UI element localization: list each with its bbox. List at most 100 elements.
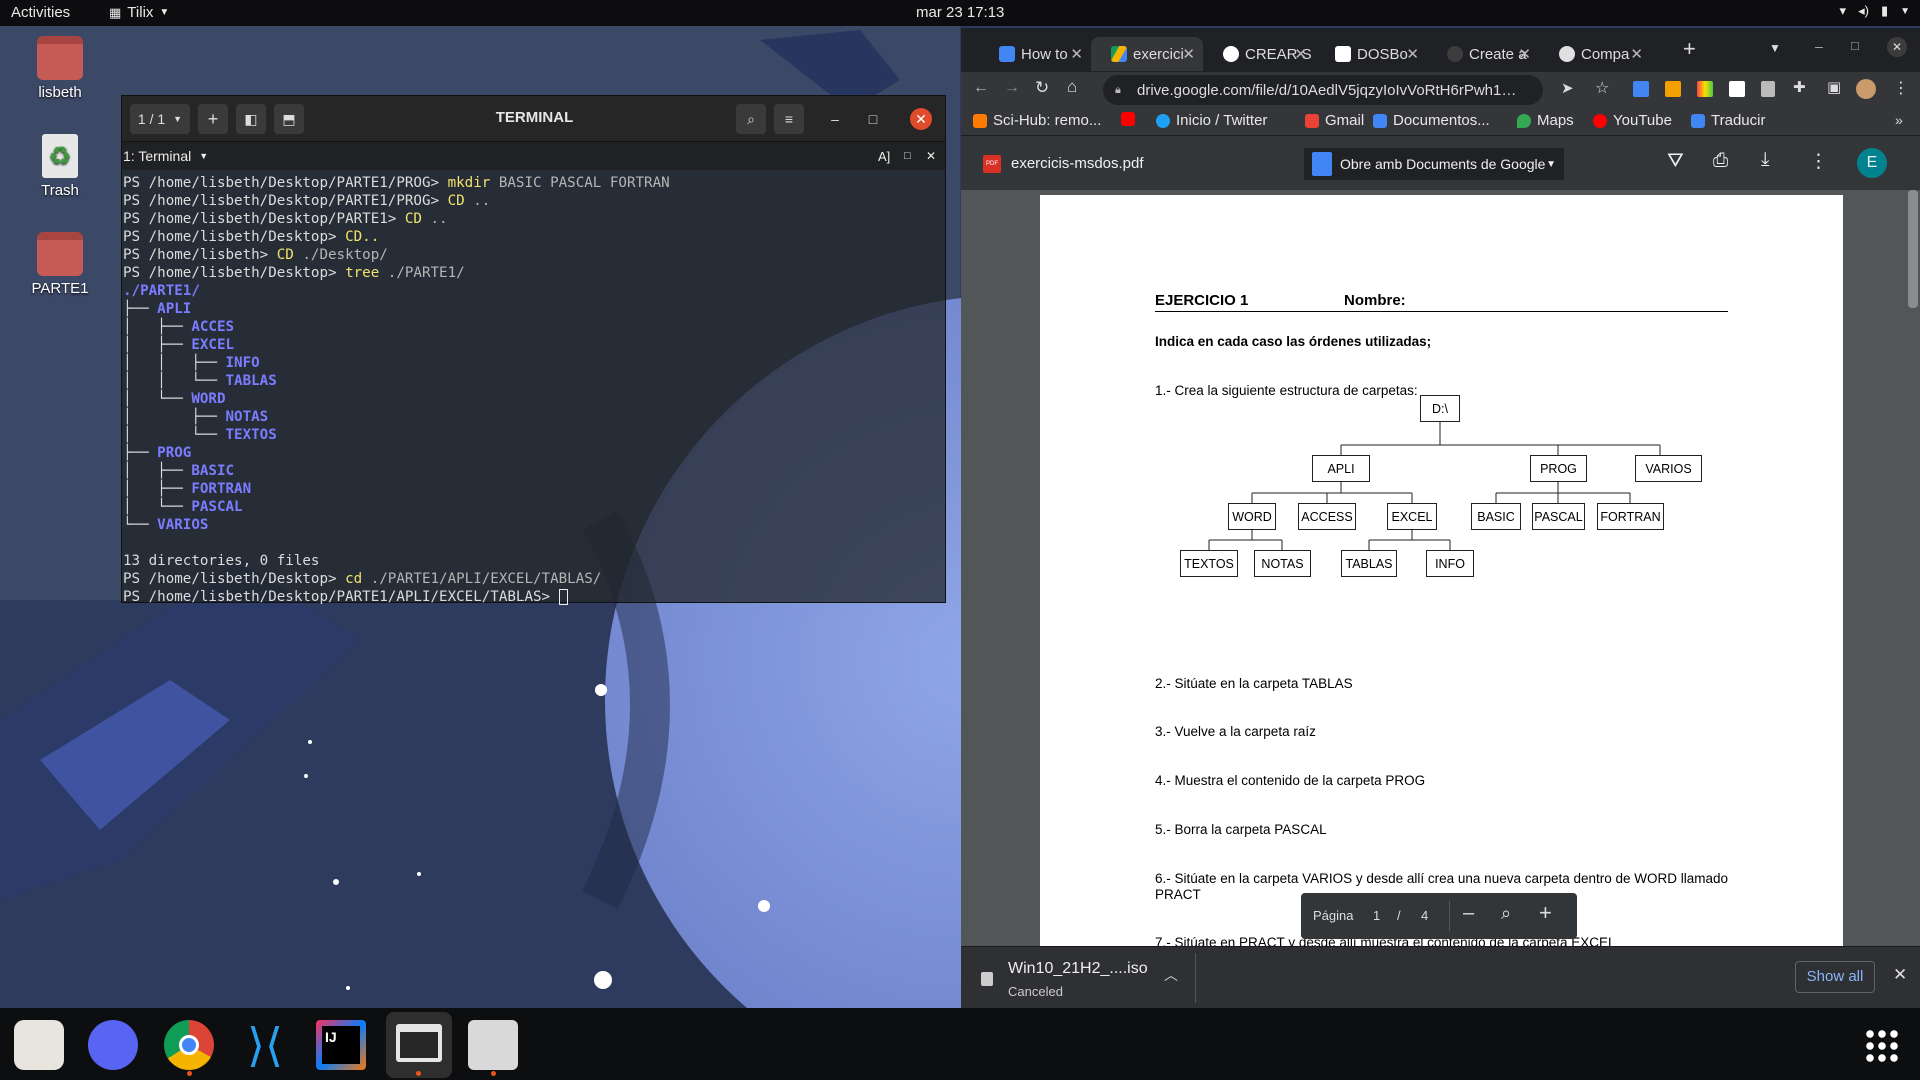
app-menu[interactable]: ▦ Tilix ▼ — [109, 4, 169, 21]
discord-icon[interactable] — [88, 1020, 138, 1070]
chrome-menu-icon[interactable]: ⋮ — [1893, 78, 1909, 98]
close-tab-icon[interactable]: ✕ — [1518, 45, 1531, 63]
read-only-icon[interactable]: A] — [878, 149, 890, 164]
terminal-output[interactable]: PS /home/lisbeth/Desktop/PARTE1/PROG> mk… — [122, 170, 945, 606]
close-pane-icon[interactable]: ✕ — [926, 149, 936, 163]
tab-strip: How to ✕ exercici ✕ CREAR S ✕ DOSBo ✕ Cr… — [961, 28, 1920, 72]
home-icon[interactable]: ⌂ — [1067, 77, 1077, 97]
tab-4[interactable]: Create a ✕ — [1427, 37, 1539, 71]
tab-2[interactable]: CREAR S ✕ — [1203, 37, 1315, 71]
forward-icon[interactable]: → — [1004, 79, 1020, 97]
intellij-icon[interactable]: IJ — [316, 1020, 366, 1070]
bookmark-gmail[interactable]: Gmail — [1305, 112, 1364, 129]
window-minimize-icon[interactable]: – — [1815, 38, 1823, 54]
print-icon[interactable]: ⎙ — [1713, 150, 1728, 172]
terminal-menu-button[interactable]: ≡ — [774, 104, 804, 134]
reload-icon[interactable]: ↻ — [1035, 78, 1049, 98]
profile-avatar[interactable] — [1856, 79, 1876, 99]
terminal-tab-label[interactable]: 1: Terminal — [123, 148, 191, 164]
clock[interactable]: mar 23 17:13 — [916, 4, 1004, 21]
tree-line: │ ├── NOTAS — [123, 409, 269, 425]
generic-extension-icon[interactable] — [1761, 81, 1775, 97]
close-tab-icon[interactable]: ✕ — [1294, 45, 1307, 63]
close-shelf-icon[interactable]: ✕ — [1893, 965, 1907, 985]
app-grid-icon[interactable] — [1864, 1028, 1898, 1062]
maximize-pane-icon[interactable]: □ — [904, 150, 911, 162]
more-actions-icon[interactable]: ⋮ — [1809, 150, 1828, 173]
chevron-down-icon[interactable]: ▼ — [199, 151, 208, 161]
system-tray[interactable]: ▾ ◂) ▮ ▼ — [1840, 3, 1910, 19]
download-icon[interactable]: ⤓ — [1761, 149, 1769, 171]
tab-5[interactable]: Compa ✕ — [1539, 37, 1651, 71]
vscode-icon[interactable]: ⟩⟨ — [240, 1020, 290, 1070]
desktop-icon-home[interactable]: lisbeth — [15, 36, 105, 101]
close-tab-icon[interactable]: ✕ — [1070, 45, 1083, 63]
translate-extension-icon[interactable] — [1633, 81, 1649, 97]
show-all-button[interactable]: Show all — [1795, 961, 1875, 993]
session-switcher[interactable]: 1 / 1 ▼ — [130, 104, 190, 134]
tab-3[interactable]: DOSBo ✕ — [1315, 37, 1427, 71]
bookmark-maps[interactable]: Maps — [1517, 112, 1574, 129]
send-icon[interactable]: ➤ — [1561, 79, 1574, 97]
zoom-out-icon[interactable]: – — [1463, 902, 1474, 925]
address-bar[interactable]: 🔒︎ drive.google.com/file/d/10AedlV5jqzyI… — [1103, 75, 1543, 105]
open-with-docs-button[interactable]: Obre amb Documents de Google ▼ — [1304, 148, 1564, 180]
close-tab-icon[interactable]: ✕ — [1182, 45, 1195, 63]
new-tab-button[interactable]: + — [1683, 36, 1696, 62]
question-6-cont: PRACT — [1155, 887, 1201, 902]
chrome-icon[interactable] — [164, 1020, 214, 1070]
close-tab-icon[interactable]: ✕ — [1406, 45, 1419, 63]
bookmark-twitter[interactable]: Inicio / Twitter — [1156, 112, 1267, 129]
download-filename[interactable]: Win10_21H2_....iso — [1008, 960, 1148, 978]
activities-button[interactable]: Activities — [11, 4, 70, 21]
more-bookmarks-icon[interactable]: » — [1895, 112, 1903, 128]
side-panel-icon[interactable]: ▣ — [1827, 78, 1841, 96]
terminal-search-button[interactable]: ⌕ — [736, 104, 766, 134]
add-session-button[interactable]: + — [198, 104, 228, 134]
desktop-icon-trash[interactable]: ♻ Trash — [15, 134, 105, 199]
bookmark-traducir[interactable]: Traducir — [1691, 112, 1765, 129]
tab-0[interactable]: How to ✕ — [979, 37, 1091, 71]
question-5: 5.- Borra la carpeta PASCAL — [1155, 822, 1327, 837]
split-right-button[interactable]: ◧ — [236, 104, 266, 134]
chevron-up-icon[interactable]: ︿ — [1164, 965, 1178, 985]
tab-search-icon[interactable]: ▼ — [1769, 41, 1781, 55]
colorful-extension-icon[interactable] — [1697, 81, 1713, 97]
page-number-input[interactable]: 1 — [1373, 908, 1380, 923]
tree-line: │ │ └── TABLAS — [123, 373, 277, 389]
terminal-window[interactable]: 1 / 1 ▼ + ◧ ⬒ TERMINAL ⌕ ≡ – □ ✕ 1: Term… — [121, 95, 946, 606]
files-icon[interactable] — [14, 1020, 64, 1070]
minimize-button[interactable]: – — [822, 104, 848, 134]
tree-node-tablas: TABLAS — [1341, 550, 1397, 577]
tilix-icon[interactable] — [386, 1012, 452, 1078]
bookmark-youtube-small[interactable] — [1121, 112, 1135, 126]
bookmark-scihub[interactable]: Sci-Hub: remo... — [973, 112, 1101, 129]
zoom-in-icon[interactable]: + — [1539, 900, 1552, 926]
close-tab-icon[interactable]: ✕ — [1630, 45, 1643, 63]
maximize-button[interactable]: □ — [860, 104, 886, 134]
notion-extension-icon[interactable] — [1729, 81, 1745, 97]
page-label: Página — [1313, 908, 1354, 923]
bookmark-youtube[interactable]: YouTube — [1593, 112, 1672, 129]
close-button[interactable]: ✕ — [910, 108, 932, 130]
add-to-drive-icon[interactable]: ⛛ — [1667, 150, 1684, 173]
session-counter: 1 / 1 — [137, 111, 166, 127]
desktop-icon-parte1[interactable]: PARTE1 — [15, 232, 105, 297]
tree-node-prog: PROG — [1530, 455, 1587, 482]
back-icon[interactable]: ← — [973, 79, 989, 97]
zoom-icon[interactable]: ⌕ — [1501, 903, 1511, 924]
search-tool-icon[interactable] — [468, 1020, 518, 1070]
browser-window[interactable]: How to ✕ exercici ✕ CREAR S ✕ DOSBo ✕ Cr… — [961, 28, 1920, 1008]
tab-1[interactable]: exercici ✕ — [1091, 37, 1203, 71]
extensions-puzzle-icon[interactable]: ✚ — [1793, 78, 1806, 96]
window-close-icon[interactable]: ✕ — [1887, 37, 1907, 57]
pdf-scrollbar[interactable] — [1908, 190, 1918, 308]
bookmark-star-icon[interactable]: ☆ — [1595, 78, 1609, 98]
terminal-header[interactable]: 1 / 1 ▼ + ◧ ⬒ TERMINAL ⌕ ≡ – □ ✕ — [122, 96, 945, 142]
account-avatar[interactable]: E — [1857, 148, 1887, 178]
split-down-button[interactable]: ⬒ — [274, 104, 304, 134]
window-maximize-icon[interactable]: □ — [1851, 38, 1859, 53]
page-separator: / — [1397, 908, 1401, 923]
keep-extension-icon[interactable] — [1665, 81, 1681, 97]
bookmark-documentos[interactable]: Documentos... — [1373, 112, 1490, 129]
